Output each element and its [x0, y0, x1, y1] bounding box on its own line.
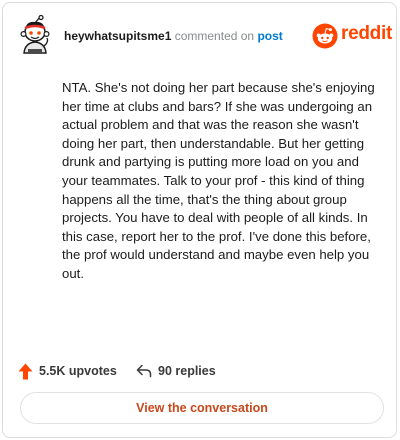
post-link[interactable]: post [257, 29, 282, 43]
comment-card: heywhatsupitsme1 commented on post reddi… [2, 2, 397, 438]
upvote-button[interactable]: 5.5K upvotes [18, 361, 117, 381]
comment-footer: 5.5K upvotes 90 replies [3, 359, 396, 383]
reply-count: 90 replies [158, 364, 216, 378]
comment-header: heywhatsupitsme1 commented on post reddi… [3, 3, 396, 65]
username-link[interactable]: heywhatsupitsme1 [64, 29, 171, 43]
upvote-arrow-icon [18, 363, 33, 379]
upvote-count: 5.5K upvotes [39, 364, 117, 378]
reply-arrow-icon [136, 364, 152, 378]
comment-meta: heywhatsupitsme1 commented on post [64, 29, 283, 43]
brand-wordmark: reddit [341, 23, 392, 44]
view-conversation-button[interactable]: View the conversation [20, 392, 384, 424]
comment-body: NTA. She's not doing her part because sh… [62, 80, 375, 281]
reddit-logo-icon[interactable]: reddit [312, 23, 392, 49]
replies-button[interactable]: 90 replies [136, 361, 216, 381]
avatar-icon[interactable] [16, 14, 54, 55]
action-text: commented on [174, 29, 255, 43]
